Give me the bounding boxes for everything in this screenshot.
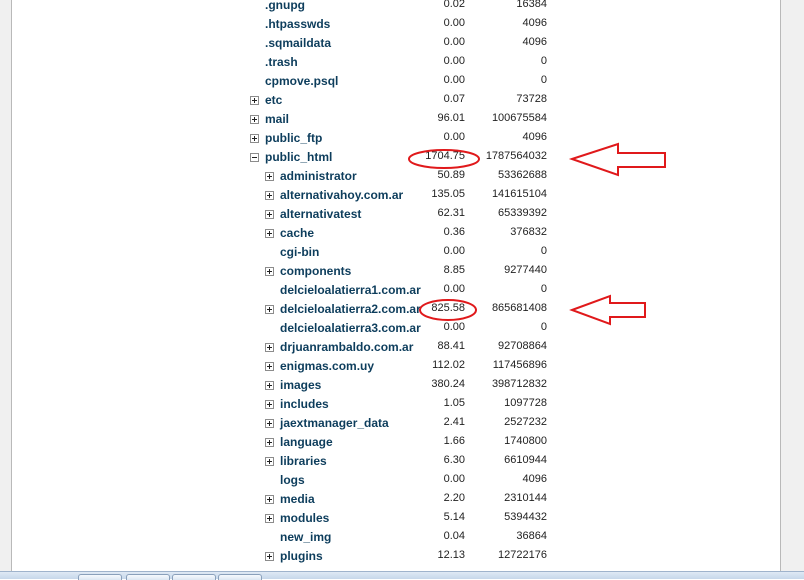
taskbar-button[interactable] <box>78 574 122 580</box>
taskbar-button[interactable] <box>218 574 262 580</box>
highlight-circle-delcieloalatierra2 <box>419 299 477 321</box>
taskbar-button[interactable] <box>172 574 216 580</box>
annotation-layer <box>408 142 666 326</box>
highlight-circle-public-html <box>408 149 480 169</box>
red-arrow-public-html <box>568 142 666 177</box>
red-arrow-delcieloalatierra2 <box>569 294 646 326</box>
taskbar-button[interactable] <box>126 574 170 580</box>
